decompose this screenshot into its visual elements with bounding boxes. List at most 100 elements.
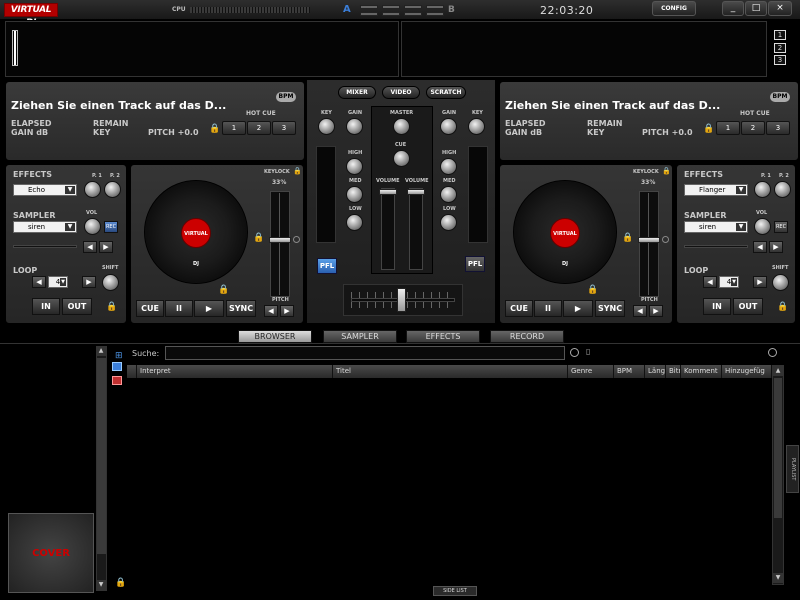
- scroll-up-icon[interactable]: ▲: [96, 346, 106, 356]
- deck-slot[interactable]: [426, 12, 444, 16]
- sidelist-toggle[interactable]: SIDE LIST: [433, 586, 477, 596]
- sampler-select[interactable]: siren ▼: [684, 221, 748, 233]
- hotcue-3-button[interactable]: 3: [272, 121, 296, 135]
- column-header-title[interactable]: Titel: [333, 365, 568, 378]
- wave-button-1[interactable]: 1: [774, 30, 786, 40]
- shift-knob[interactable]: [102, 274, 119, 291]
- effect-p1-knob[interactable]: [754, 181, 771, 198]
- high-knob-right[interactable]: [440, 158, 457, 175]
- tab-effects[interactable]: EFFECTS: [406, 330, 480, 343]
- track-list[interactable]: [127, 379, 772, 584]
- volume-fader-left-handle[interactable]: [379, 189, 397, 195]
- deck-slot[interactable]: [360, 12, 378, 16]
- search-options-icon[interactable]: [570, 348, 579, 357]
- loop-decrease-button[interactable]: ◀: [32, 276, 46, 288]
- file-icon[interactable]: ▯: [586, 347, 590, 356]
- hotcue-1-button[interactable]: 1: [716, 121, 740, 135]
- column-header-bpm[interactable]: BPM: [614, 365, 645, 378]
- hotcue-1-button[interactable]: 1: [222, 121, 246, 135]
- deck-b-indicator[interactable]: B: [448, 5, 455, 15]
- crossfader-handle[interactable]: [397, 288, 406, 312]
- pitch-up-button[interactable]: ▶: [280, 305, 294, 317]
- effect-select[interactable]: Echo ▼: [13, 184, 77, 196]
- cue-button[interactable]: CUE: [136, 300, 164, 317]
- pfl-left-button[interactable]: PFL: [317, 258, 337, 274]
- tab-sampler[interactable]: SAMPLER: [323, 330, 397, 343]
- lock-icon[interactable]: 🔒: [777, 302, 788, 312]
- waveform-right[interactable]: [401, 21, 767, 77]
- med-knob-right[interactable]: [440, 186, 457, 203]
- loop-increase-button[interactable]: ▶: [753, 276, 767, 288]
- pitch-slider-track[interactable]: [270, 191, 290, 297]
- volume-fader-left[interactable]: [381, 188, 395, 270]
- high-knob-left[interactable]: [346, 158, 363, 175]
- effect-p2-knob[interactable]: [774, 181, 791, 198]
- hotcue-3-button[interactable]: 3: [766, 121, 790, 135]
- effect-p2-knob[interactable]: [104, 181, 121, 198]
- loop-decrease-button[interactable]: ◀: [703, 276, 717, 288]
- scroll-down-icon[interactable]: ▼: [773, 573, 783, 583]
- column-header-comment[interactable]: Komment: [681, 365, 722, 378]
- pause-button[interactable]: II: [534, 300, 562, 317]
- deck-slot[interactable]: [404, 12, 422, 16]
- key-knob-right[interactable]: [468, 118, 485, 135]
- sampler-play-button[interactable]: ▶: [769, 241, 783, 253]
- scroll-down-icon[interactable]: ▼: [96, 580, 106, 590]
- deck-slot[interactable]: [360, 5, 378, 9]
- deck-a-indicator[interactable]: A: [343, 4, 351, 15]
- lock-icon[interactable]: 🔒: [622, 233, 633, 243]
- cue-button[interactable]: CUE: [505, 300, 533, 317]
- waveform-left[interactable]: [5, 21, 399, 77]
- pitch-reset-icon[interactable]: [293, 236, 300, 243]
- config-button[interactable]: CONFIG: [652, 1, 696, 16]
- search-input[interactable]: [165, 346, 565, 360]
- folder-scrollbar-thumb[interactable]: [97, 358, 106, 554]
- deck-slot[interactable]: [426, 5, 444, 9]
- sampler-prev-button[interactable]: ◀: [753, 241, 767, 253]
- low-knob-left[interactable]: [346, 214, 363, 231]
- deck-slot[interactable]: [382, 12, 400, 16]
- hotcue-2-button[interactable]: 2: [741, 121, 765, 135]
- sampler-play-button[interactable]: ▶: [99, 241, 113, 253]
- deck-slot[interactable]: [382, 5, 400, 9]
- effect-p1-knob[interactable]: [84, 181, 101, 198]
- play-button[interactable]: ▶: [194, 300, 224, 317]
- sync-button[interactable]: SYNC: [595, 300, 625, 317]
- wave-button-3[interactable]: 3: [774, 55, 786, 65]
- lock-icon[interactable]: 🔒: [703, 124, 714, 134]
- shift-knob[interactable]: [772, 274, 789, 291]
- tab-video[interactable]: VIDEO: [382, 86, 420, 99]
- playlist-toggle[interactable]: PLAYLIST: [786, 445, 799, 493]
- track-scrollbar-thumb[interactable]: [774, 378, 782, 518]
- sampler-vol-knob[interactable]: [754, 218, 771, 235]
- rec-button[interactable]: REC: [774, 221, 788, 233]
- close-button[interactable]: ×: [768, 1, 792, 16]
- lock-icon[interactable]: 🔒: [218, 285, 229, 295]
- loop-out-button[interactable]: OUT: [733, 298, 763, 315]
- tab-record[interactable]: RECORD: [490, 330, 564, 343]
- pitch-reset-icon[interactable]: [662, 236, 669, 243]
- column-header-genre[interactable]: Genre: [568, 365, 614, 378]
- column-header-length[interactable]: Läng: [645, 365, 666, 378]
- key-knob-left[interactable]: [318, 118, 335, 135]
- pitch-slider-handle[interactable]: [269, 237, 291, 243]
- bpm-button[interactable]: BPM: [276, 92, 296, 102]
- lock-icon[interactable]: 🔒: [293, 167, 302, 175]
- lock-icon[interactable]: 🔒: [209, 124, 220, 134]
- folder-tree[interactable]: [4, 346, 94, 511]
- pause-button[interactable]: II: [165, 300, 193, 317]
- wave-button-2[interactable]: 2: [774, 43, 786, 53]
- pfl-right-button[interactable]: PFL: [465, 256, 485, 272]
- column-marker[interactable]: [127, 365, 137, 378]
- gain-knob-right[interactable]: [440, 118, 457, 135]
- pitch-slider-handle[interactable]: [638, 237, 660, 243]
- column-header-added[interactable]: Hinzugefüg: [722, 365, 772, 378]
- gain-knob-left[interactable]: [346, 118, 363, 135]
- lock-icon[interactable]: 🔒: [106, 302, 117, 312]
- sync-button[interactable]: SYNC: [226, 300, 256, 317]
- pitch-slider-track[interactable]: [639, 191, 659, 297]
- deck-slot[interactable]: [404, 5, 422, 9]
- pitch-up-button[interactable]: ▶: [649, 305, 663, 317]
- tab-browser[interactable]: BROWSER: [238, 330, 312, 343]
- master-knob[interactable]: [393, 118, 410, 135]
